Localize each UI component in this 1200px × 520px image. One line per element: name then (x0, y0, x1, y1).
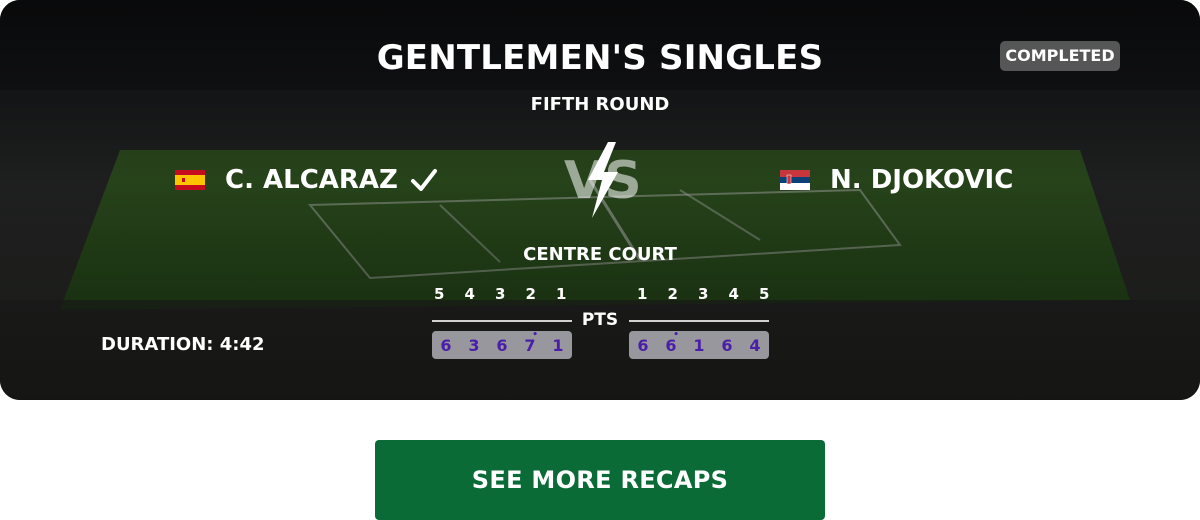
score-box-left: 6 3 6 7 • 1 (432, 329, 572, 359)
tiebreak-marker: • (532, 329, 538, 340)
player-left: C. ALCARAZ (175, 163, 438, 197)
set-header: 2 (667, 285, 678, 303)
spain-flag-icon (175, 170, 205, 190)
set-score: 4 (749, 335, 761, 355)
set-headers-left: 5 4 3 2 1 (424, 285, 577, 303)
set-score: 6 (637, 335, 649, 355)
divider-line (629, 320, 769, 322)
player-left-name: C. ALCARAZ (225, 165, 398, 195)
round-label: FIFTH ROUND (530, 94, 670, 115)
vs-lightning-icon: VS (564, 142, 642, 218)
serbia-flag-icon (780, 170, 810, 190)
set-header: 5 (759, 285, 770, 303)
set-headers-right: 1 2 3 4 5 (627, 285, 780, 303)
set-header: 3 (698, 285, 709, 303)
set-score: 7 • (524, 329, 538, 355)
player-right: N. DJOKOVIC (780, 163, 1013, 197)
set-score: 6 (496, 335, 508, 355)
see-more-recaps-button[interactable]: SEE MORE RECAPS (375, 440, 825, 520)
set-header: 5 (434, 285, 445, 303)
set-score: 6 • (665, 329, 679, 355)
match-recap-card: GENTLEMEN'S SINGLES COMPLETED FIFTH ROUN… (0, 0, 1200, 400)
player-right-name: N. DJOKOVIC (830, 165, 1014, 195)
set-score: 3 (468, 335, 480, 355)
score-box-right: 6 6 • 1 6 4 (629, 329, 769, 359)
pts-label: PTS (581, 310, 619, 330)
set-score: 6 (440, 335, 452, 355)
court-label: CENTRE COURT (523, 244, 677, 265)
set-header: 3 (495, 285, 506, 303)
set-score: 1 (693, 335, 705, 355)
set-header: 1 (637, 285, 648, 303)
tiebreak-marker: • (673, 329, 679, 340)
match-duration: DURATION: 4:42 (101, 334, 265, 355)
set-header: 1 (556, 285, 567, 303)
divider-line (432, 320, 572, 322)
status-badge: COMPLETED (1000, 41, 1120, 71)
set-header: 4 (728, 285, 739, 303)
set-header: 2 (525, 285, 536, 303)
set-header: 4 (464, 285, 475, 303)
set-score: 6 (721, 335, 733, 355)
set-score: 1 (552, 335, 564, 355)
winner-check-icon (410, 169, 437, 191)
